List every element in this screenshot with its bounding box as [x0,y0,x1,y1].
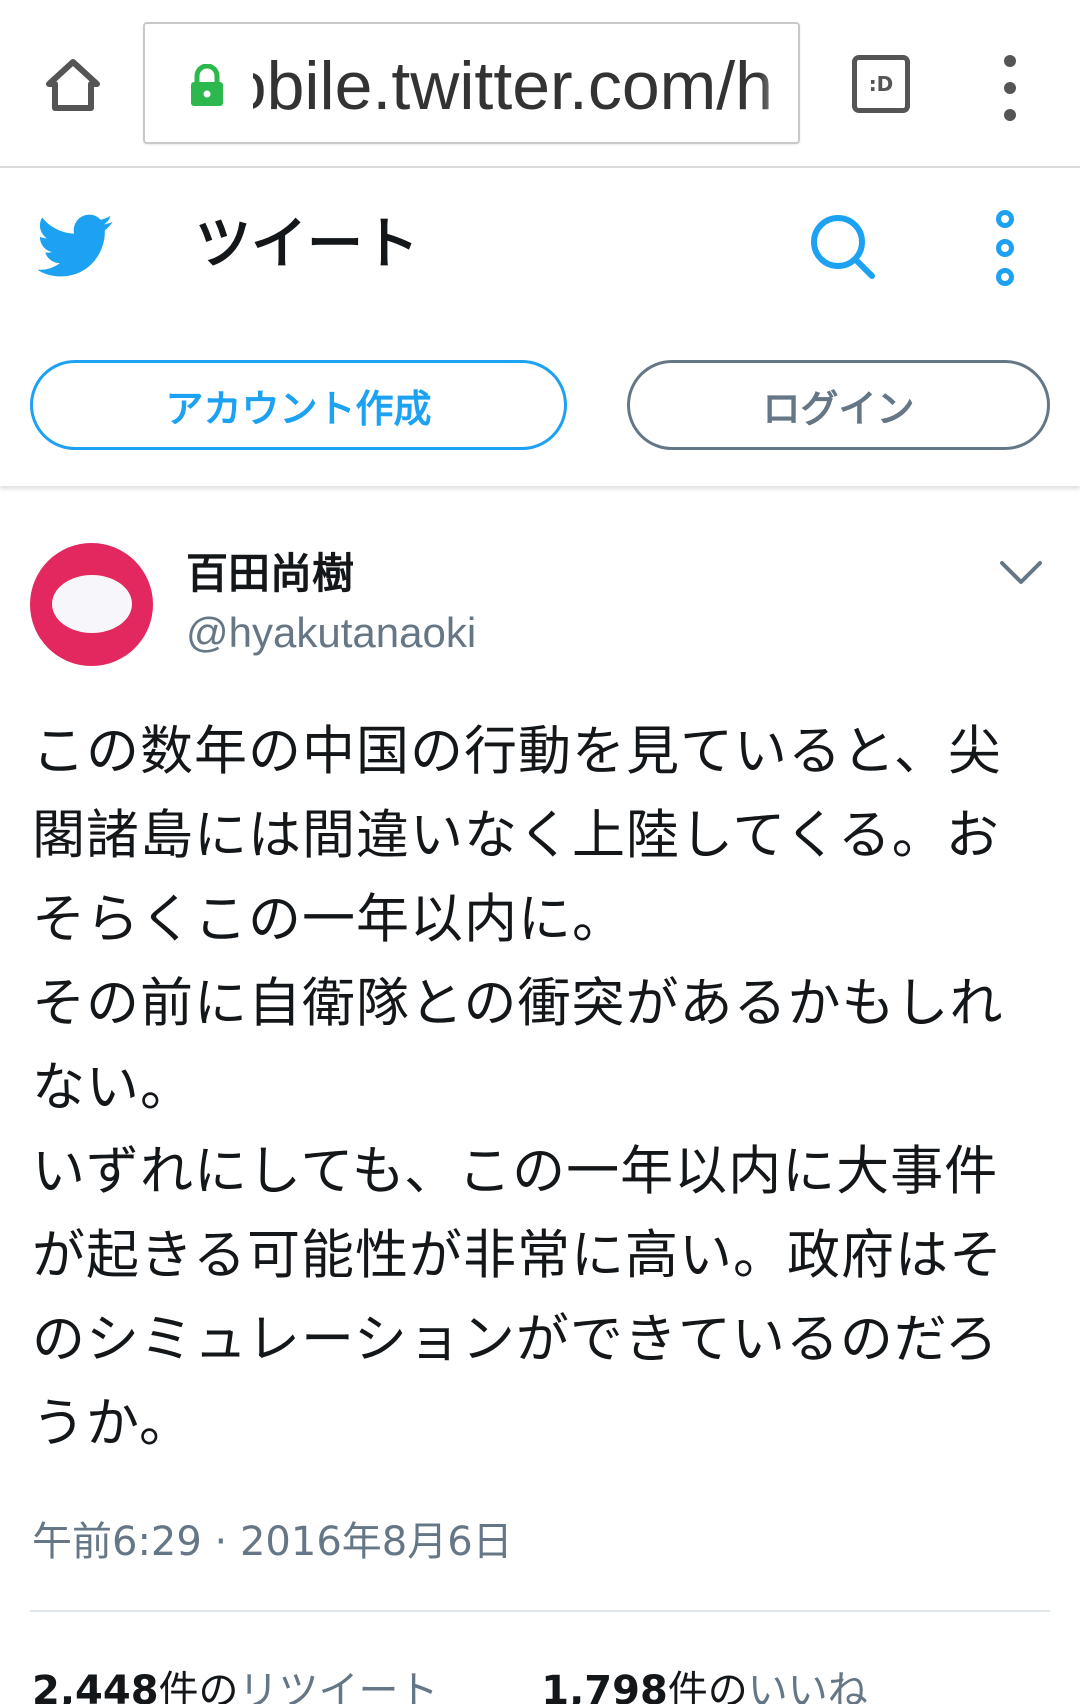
twitter-header: ツイート アカウント作成 ログイン [0,170,1080,486]
author-handle[interactable]: @hyakutanaoki [186,603,476,663]
like-count-number: 1,798 [541,1668,668,1704]
home-icon[interactable] [38,50,108,120]
more-options-icon[interactable] [985,210,1025,286]
like-count-label: いいね [747,1668,868,1704]
tweet-line: ない。 [32,1057,194,1118]
menu-dot [1004,82,1016,94]
search-icon[interactable] [808,212,878,282]
tweet-stats: 2,448件のリツイート 1,798件のいいね [32,1656,958,1704]
twitter-bird-icon[interactable] [36,214,114,278]
login-button[interactable]: ログイン [627,360,1050,450]
retweet-count-label: リツイート [238,1668,439,1704]
url-text: mobile.twitter.com/h [253,48,773,124]
browser-toolbar: mobile.twitter.com/h :D [0,0,1080,168]
url-fade [758,24,798,142]
menu-dot [1004,55,1016,67]
page-title: ツイート [195,212,419,277]
tweet-line: が起きる可能性が非常に高い。政府はそ [32,1225,1003,1286]
tweet-line: そらくこの一年以内に。 [32,889,626,950]
tweet-timestamp[interactable]: 午前6:29 · 2016年8月6日 [32,1512,513,1572]
tweet-line: のシミュレーションができているのだろ [32,1309,999,1370]
menu-dot [1004,109,1016,121]
tweet-line: いずれにしても、この一年以内に大事件 [32,1141,999,1202]
signup-button[interactable]: アカウント作成 [30,360,567,450]
avatar[interactable] [30,543,153,666]
like-count[interactable]: 1,798件のいいね [541,1656,868,1704]
reader-mode-icon[interactable]: :D [852,55,910,113]
tweet-line: うか。 [32,1393,193,1454]
divider [30,1610,1050,1612]
chevron-down-icon[interactable] [996,555,1046,591]
tweet-text: この数年の中国の行動を見ていると、尖 閣諸島には間違いなく上陸してくる。お そら… [32,710,1052,1466]
overflow-menu-icon[interactable] [990,55,1030,121]
address-bar[interactable]: mobile.twitter.com/h [143,22,800,144]
more-dot [996,239,1014,257]
retweet-count-unit: 件の [158,1668,239,1704]
tweet-line: この数年の中国の行動を見ていると、尖 [32,721,1002,782]
more-dot [996,210,1014,228]
author-name[interactable]: 百田尚樹 [186,544,354,604]
tweet-line: その前に自衛隊との衝突があるかもしれ [32,973,1004,1034]
avatar-image [52,575,132,633]
like-count-unit: 件の [667,1668,748,1704]
tweet-line: 閣諸島には間違いなく上陸してくる。お [32,805,1000,866]
retweet-count-number: 2,448 [32,1668,159,1704]
retweet-count[interactable]: 2,448件のリツイート [32,1656,439,1704]
more-dot [996,268,1014,286]
lock-icon [187,63,227,108]
